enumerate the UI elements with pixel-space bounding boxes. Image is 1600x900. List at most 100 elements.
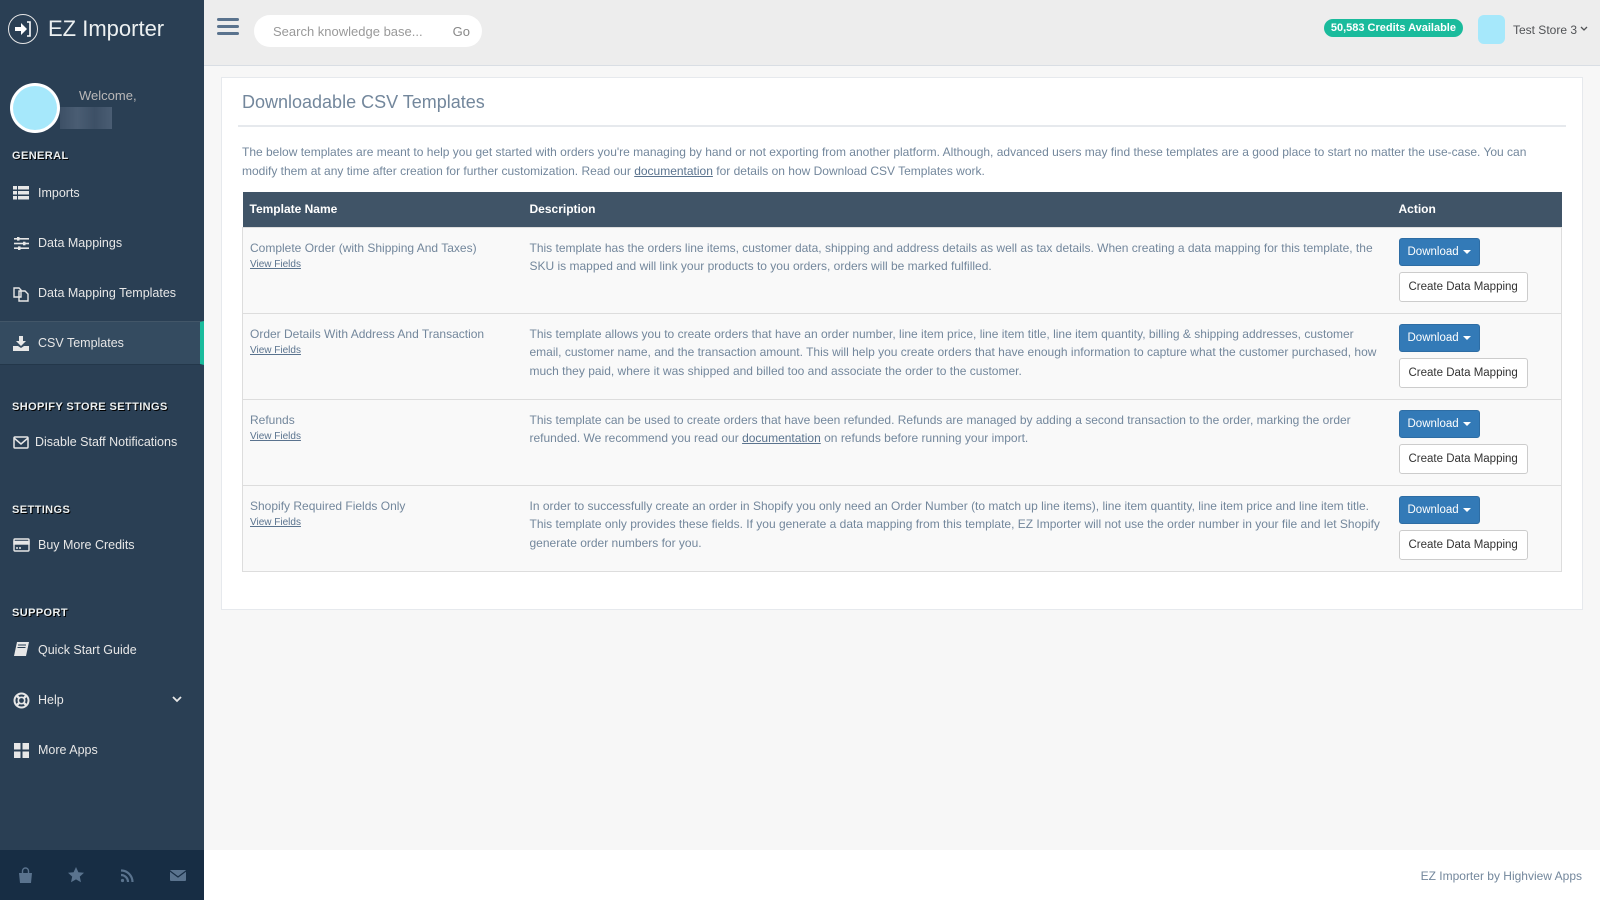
life-ring-icon — [12, 692, 30, 709]
section-general: GENERAL — [12, 150, 69, 162]
sidebar-item-help[interactable]: Help — [0, 678, 204, 722]
sidebar-item-buy-more-credits[interactable]: Buy More Credits — [0, 523, 204, 567]
sidebar-item-label: CSV Templates — [38, 336, 124, 350]
page-title: Downloadable CSV Templates — [242, 92, 485, 112]
section-shopify-store-settings: SHOPIFY STORE SETTINGS — [12, 401, 168, 413]
description-cell: In order to successfully create an order… — [522, 484, 1392, 572]
download-label: Download — [1407, 417, 1459, 430]
profile: Welcome, — [0, 58, 204, 140]
header-description: Description — [529, 202, 596, 217]
table-row: Refunds View Fields This template can be… — [242, 398, 1562, 485]
create-data-mapping-button[interactable]: Create Data Mapping — [1398, 529, 1528, 560]
store-name: Test Store 3 — [1512, 22, 1577, 37]
caret-down-icon — [1462, 421, 1471, 426]
footer-credit: EZ Importer by Highview Apps — [1420, 869, 1582, 883]
download-label: Download — [1407, 503, 1459, 516]
page-footer: EZ Importer by Highview Apps — [204, 850, 1600, 900]
header-template-name: Template Name — [249, 202, 338, 217]
sidebar-item-data-mappings[interactable]: Data Mappings — [0, 221, 204, 265]
menu-toggle-button[interactable] — [217, 18, 239, 39]
star-icon[interactable] — [68, 867, 85, 883]
header-action: Action — [1398, 202, 1436, 217]
credit-card-icon — [12, 538, 30, 552]
action-cell: Download Create Data Mapping — [1391, 312, 1562, 399]
shopping-bag-icon[interactable] — [18, 867, 33, 883]
caret-down-icon — [1462, 335, 1471, 340]
sidebar-item-quick-start-guide[interactable]: Quick Start Guide — [0, 628, 204, 672]
main-content: Downloadable CSV Templates The below tem… — [204, 66, 1600, 850]
download-icon — [12, 335, 30, 351]
brand[interactable]: EZ Importer — [0, 0, 204, 58]
sidebar-item-label: Data Mappings — [38, 236, 123, 250]
list-icon — [12, 186, 30, 200]
top-navbar: Go 50,583 Credits Available Test Store 3 — [204, 0, 1600, 66]
create-data-mapping-button[interactable]: Create Data Mapping — [1398, 271, 1528, 302]
description-text-end: on refunds before running your import. — [820, 431, 1029, 445]
download-button[interactable]: Download — [1398, 323, 1480, 352]
template-name: Shopify Required Fields Only — [250, 498, 406, 513]
download-button[interactable]: Download — [1398, 237, 1480, 266]
avatar[interactable] — [10, 83, 60, 133]
intro-text-end: for details on how Download CSV Template… — [712, 163, 985, 178]
sign-in-icon — [8, 14, 38, 44]
template-name: Refunds — [250, 412, 295, 427]
templates-table: Template Name Description Action Complet… — [242, 192, 1562, 572]
grid-icon — [12, 742, 30, 758]
chevron-down-icon — [1580, 25, 1588, 34]
sidebar-item-data-mapping-templates[interactable]: Data Mapping Templates — [0, 271, 204, 315]
book-icon — [12, 642, 30, 658]
description-cell: This template can be used to create orde… — [522, 398, 1392, 485]
envelope-icon[interactable] — [170, 869, 187, 882]
copy-icon — [12, 285, 30, 302]
sidebar-item-csv-templates[interactable]: CSV Templates — [0, 321, 204, 365]
download-label: Download — [1407, 245, 1459, 258]
description-text: In order to successfully create an order… — [529, 498, 1380, 550]
section-support: SUPPORT — [12, 607, 68, 619]
chevron-down-icon[interactable] — [172, 695, 182, 706]
app-title: EZ Importer — [48, 16, 165, 41]
table-header-row: Template Name Description Action — [242, 192, 1562, 227]
create-data-mapping-button[interactable]: Create Data Mapping — [1398, 443, 1528, 474]
create-data-mapping-button[interactable]: Create Data Mapping — [1398, 357, 1528, 388]
search-box: Go — [254, 15, 482, 47]
caret-down-icon — [1462, 507, 1471, 512]
description-text: This template allows you to create order… — [529, 326, 1377, 378]
sidebar: EZ Importer Welcome, GENERAL Imports Dat… — [0, 0, 204, 900]
sidebar-item-disable-staff-notifications[interactable]: Disable Staff Notifications — [0, 420, 204, 464]
template-name-cell: Order Details With Address And Transacti… — [242, 312, 523, 399]
description-text: This template has the orders line items,… — [529, 240, 1373, 274]
credits-badge: 50,583 Credits Available — [1323, 19, 1463, 37]
view-fields-link[interactable]: View Fields — [250, 343, 516, 358]
template-name-cell: Shopify Required Fields Only View Fields — [242, 484, 523, 572]
store-menu[interactable]: Test Store 3 — [1477, 15, 1588, 44]
view-fields-link[interactable]: View Fields — [250, 429, 516, 444]
user-name-redacted — [60, 106, 112, 129]
view-fields-link[interactable]: View Fields — [250, 257, 516, 272]
download-button[interactable]: Download — [1398, 409, 1480, 438]
sidebar-item-label: More Apps — [38, 743, 98, 757]
description-documentation-link[interactable]: documentation — [742, 431, 821, 445]
action-cell: Download Create Data Mapping — [1391, 398, 1562, 485]
section-settings: SETTINGS — [12, 504, 71, 516]
sidebar-item-label: Imports — [38, 186, 80, 200]
sidebar-item-label: Buy More Credits — [38, 538, 135, 552]
sliders-icon — [12, 236, 30, 250]
action-cell: Download Create Data Mapping — [1391, 484, 1562, 572]
download-label: Download — [1407, 331, 1459, 344]
table-row: Order Details With Address And Transacti… — [242, 312, 1562, 399]
rss-icon[interactable] — [120, 868, 135, 883]
template-name-cell: Complete Order (with Shipping And Taxes)… — [242, 226, 523, 313]
table-row: Shopify Required Fields Only View Fields… — [242, 484, 1562, 572]
description-cell: This template has the orders line items,… — [522, 226, 1392, 313]
sidebar-item-imports[interactable]: Imports — [0, 171, 204, 215]
documentation-link[interactable]: documentation — [634, 164, 713, 178]
search-go-button[interactable]: Go — [453, 24, 470, 39]
sidebar-item-label: Help — [38, 693, 64, 707]
view-fields-link[interactable]: View Fields — [250, 515, 516, 530]
sidebar-item-label: Disable Staff Notifications — [35, 435, 178, 449]
sidebar-item-more-apps[interactable]: More Apps — [0, 728, 204, 772]
download-button[interactable]: Download — [1398, 495, 1480, 524]
search-input[interactable] — [273, 23, 433, 39]
template-name: Order Details With Address And Transacti… — [250, 326, 485, 341]
template-name-cell: Refunds View Fields — [242, 398, 523, 485]
